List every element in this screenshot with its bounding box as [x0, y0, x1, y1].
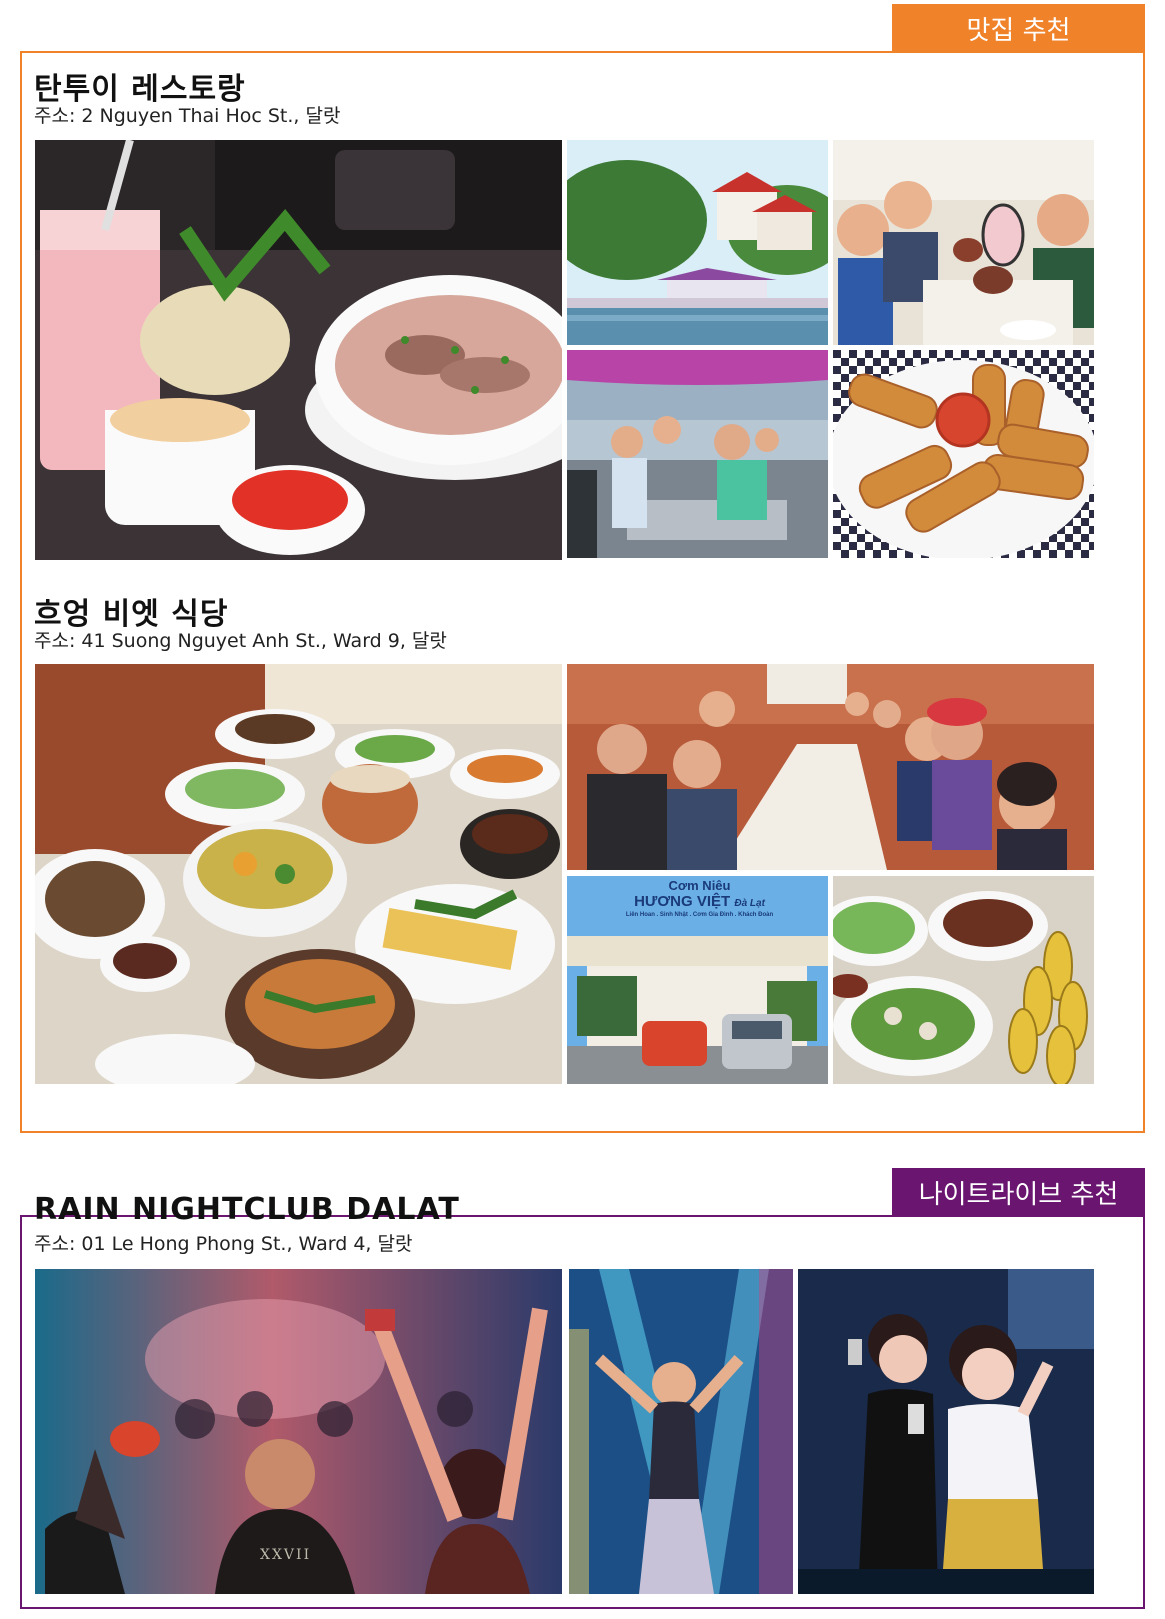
photo-kids-terrace	[567, 350, 828, 558]
sign-line-com-nieu: Cơm Niêu	[668, 878, 731, 893]
photo-club-dancer	[569, 1269, 793, 1594]
photo-vietnamese-spread	[35, 664, 562, 1084]
place-address-rain-nightclub: 주소: 01 Le Hong Phong St., Ward 4, 달랏	[34, 1233, 413, 1255]
photo-restaurant-storefront: Cơm Niêu HƯƠNG VIỆT Đà Lạt Liên Hoan . S…	[567, 876, 828, 1084]
restaurant-signboard: Cơm Niêu HƯƠNG VIỆT Đà Lạt Liên Hoan . S…	[587, 878, 812, 938]
photo-dishes-bananas	[833, 876, 1094, 1084]
photo-dj-crowd: XXVII	[35, 1269, 562, 1594]
sign-line-huong-viet: HƯƠNG VIỆT	[634, 893, 731, 910]
food-recommendation-tab: 맛집 추천	[892, 4, 1145, 52]
shirt-print-text: XXVII	[260, 1547, 312, 1563]
sign-line-services: Liên Hoan . Sinh Nhật . Cơm Gia Đình . K…	[625, 912, 774, 918]
photo-group-dining	[567, 664, 1094, 870]
photo-pho-bowl	[35, 140, 562, 560]
photo-friends-dining	[833, 140, 1094, 345]
place-address-huong-viet: 주소: 41 Suong Nguyet Anh St., Ward 9, 달랏	[34, 630, 447, 652]
photo-girls-with-phones	[798, 1269, 1094, 1594]
photo-lake-view	[567, 140, 828, 345]
place-address-thanh-thuy: 주소: 2 Nguyen Thai Hoc St., 달랏	[34, 105, 341, 127]
nightlife-recommendation-tab: 나이트라이브 추천	[892, 1168, 1145, 1216]
sign-script-da-lat: Đà Lạt	[734, 898, 765, 909]
place-title-rain-nightclub: RAIN NIGHTCLUB DALAT	[34, 1192, 460, 1227]
photo-spring-rolls	[833, 350, 1094, 558]
